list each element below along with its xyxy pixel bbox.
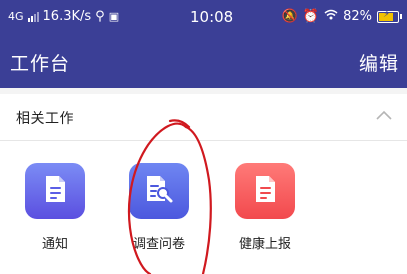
status-left: 4G 16.3K/s ⚲ ▣ xyxy=(8,9,119,24)
status-time: 10:08 xyxy=(190,8,234,26)
network-speed: 16.3K/s xyxy=(42,9,92,24)
battery-icon: ⚡ xyxy=(377,9,402,23)
app-tile-health-report xyxy=(235,163,295,219)
signal-icon xyxy=(27,11,39,22)
status-bar: 4G 16.3K/s ⚲ ▣ 10:08 🔕 ⏰ 82% ⚡ xyxy=(0,0,407,36)
mute-icon: 🔕 xyxy=(281,9,298,24)
app-label: 健康上报 xyxy=(238,237,291,252)
document-icon xyxy=(253,175,277,207)
app-tile-notice xyxy=(25,163,85,219)
app-item-survey[interactable]: 调查问卷 xyxy=(119,163,199,252)
status-right: 🔕 ⏰ 82% ⚡ xyxy=(281,9,402,24)
app-label: 调查问卷 xyxy=(132,237,185,252)
sim-icon: ▣ xyxy=(108,10,120,23)
usb-icon: ⚲ xyxy=(95,9,105,24)
app-item-health-report[interactable]: 健康上报 xyxy=(225,163,305,252)
section-title: 相关工作 xyxy=(16,111,74,127)
app-tile-survey xyxy=(129,163,189,219)
battery-percent: 82% xyxy=(343,9,372,24)
document-icon xyxy=(43,175,67,207)
app-header: 工作台 编辑 xyxy=(0,36,407,88)
chevron-up-icon[interactable] xyxy=(375,106,393,125)
network-type: 4G xyxy=(8,10,24,23)
wifi-icon xyxy=(324,9,338,24)
alarm-icon: ⏰ xyxy=(302,9,320,24)
edit-button[interactable]: 编辑 xyxy=(359,49,399,76)
divider xyxy=(0,140,407,141)
app-label: 通知 xyxy=(41,237,68,252)
document-search-icon xyxy=(144,174,174,208)
app-item-notice[interactable]: 通知 xyxy=(15,163,95,252)
page-title: 工作台 xyxy=(10,53,71,75)
section-header[interactable]: 相关工作 xyxy=(0,94,407,140)
